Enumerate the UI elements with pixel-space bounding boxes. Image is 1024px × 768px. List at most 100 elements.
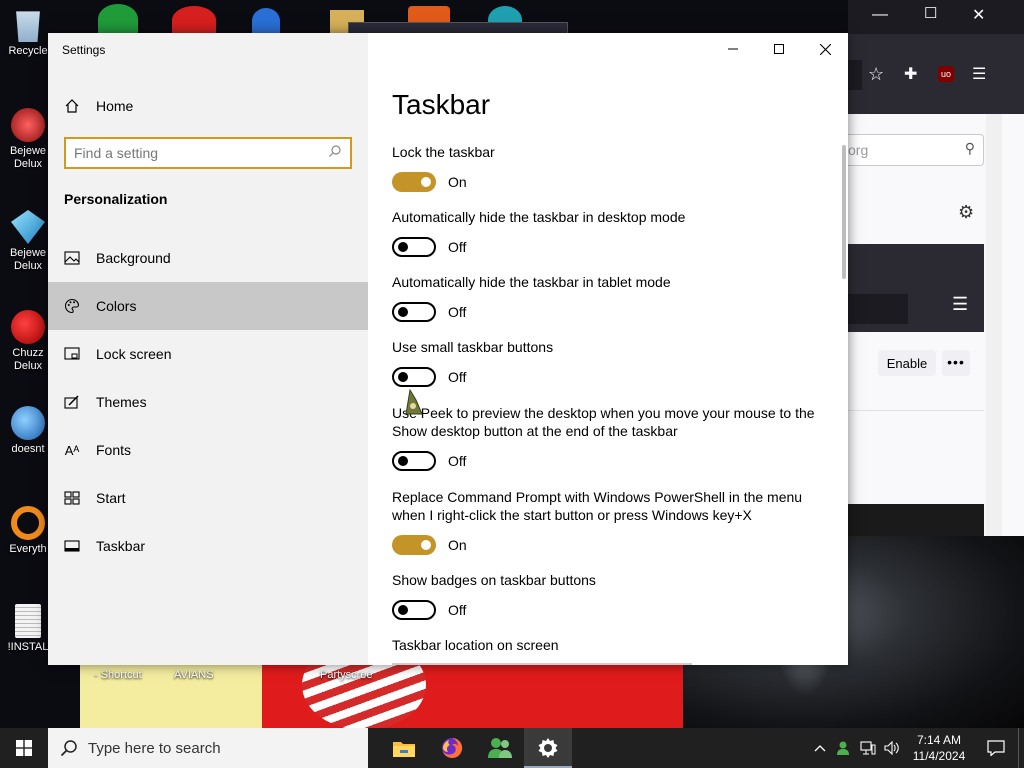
windows-logo-icon	[16, 740, 32, 756]
sidebar-item-taskbar[interactable]: Taskbar	[48, 522, 368, 570]
desktop-icon-label: !INSTAL	[7, 641, 49, 653]
gear-icon[interactable]: ⚙	[958, 202, 974, 223]
nav-home[interactable]: Home	[48, 89, 368, 123]
setting-toggle-row: On	[392, 535, 467, 555]
everything-search-icon	[11, 506, 45, 540]
powershell-toggle[interactable]	[392, 535, 436, 555]
start-button[interactable]	[0, 728, 48, 768]
sidebar-item-start[interactable]: Start	[48, 474, 368, 522]
desktop-icon-label: - Shortcut	[94, 669, 142, 681]
desktop-icon-install-text[interactable]: !INSTAL	[2, 604, 54, 654]
taskbar: Type here to search 7:14 AM 11/4/2024	[0, 728, 1024, 768]
image-icon	[48, 251, 96, 265]
extensions-icon[interactable]: ✚	[904, 64, 917, 84]
setting-toggle-row: Off	[392, 367, 466, 387]
sidebar-item-themes[interactable]: Themes	[48, 378, 368, 426]
sidebar-item-label: Themes	[96, 394, 147, 410]
autohide-tablet-toggle[interactable]	[392, 302, 436, 322]
search-icon	[328, 144, 342, 163]
taskbar-clock[interactable]: 7:14 AM 11/4/2024	[904, 732, 974, 764]
toggle-knob	[398, 307, 408, 317]
bookmark-star-icon[interactable]: ☆	[868, 64, 884, 85]
taskbar-search-placeholder: Type here to search	[88, 739, 221, 757]
sidebar-item-colors[interactable]: Colors	[48, 282, 368, 330]
divider	[848, 410, 984, 411]
toggle-knob	[398, 372, 408, 382]
enable-button[interactable]: Enable	[878, 350, 936, 376]
people-tray-icon[interactable]	[832, 728, 856, 768]
page-dark-input[interactable]	[848, 294, 908, 324]
setting-toggle-row: On	[392, 172, 467, 192]
desktop-icon-label: Bejewe Delux	[9, 247, 47, 272]
more-options-button[interactable]: •••	[942, 350, 970, 376]
small-buttons-toggle[interactable]	[392, 367, 436, 387]
hamburger-menu-icon[interactable]: ☰	[952, 294, 968, 315]
setting-label: Automatically hide the taskbar in tablet…	[392, 274, 671, 290]
search-text: org	[848, 142, 869, 158]
show-hidden-icons-chevron-icon[interactable]	[808, 728, 832, 768]
desktop-icon-recycle-bin[interactable]: Recycle	[2, 8, 54, 58]
sidebar-item-fonts[interactable]: Aᴬ Fonts	[48, 426, 368, 474]
autohide-desktop-toggle[interactable]	[392, 237, 436, 257]
desktop-icon-label: Chuzz Delux	[12, 347, 44, 372]
desktop-icon-bejeweled[interactable]: Bejewe Delux	[2, 210, 54, 273]
toggle-state: On	[448, 537, 467, 553]
action-center-button[interactable]	[974, 728, 1018, 768]
sidebar-item-background[interactable]: Background	[48, 234, 368, 282]
dropdown-edge[interactable]	[392, 663, 692, 665]
taskbar-app-people[interactable]	[476, 728, 524, 768]
desktop-icon-chuzzle[interactable]: Chuzz Delux	[2, 310, 54, 373]
text-file-icon	[15, 604, 41, 638]
maximize-button[interactable]	[756, 33, 802, 65]
desktop-icon-bejeweled2[interactable]: Bejewe Delux	[2, 108, 54, 171]
peek-toggle[interactable]	[392, 451, 436, 471]
taskbar-app-settings[interactable]	[524, 728, 572, 768]
app-icon	[11, 406, 45, 440]
toggle-knob	[398, 605, 408, 615]
content-scrollbar-thumb[interactable]	[842, 145, 846, 279]
sidebar-item-label: Start	[96, 490, 126, 506]
firefox-toolbar: ☆ ✚ uo ☰	[848, 34, 1024, 114]
desktop-icon-everything[interactable]: Everyth	[2, 506, 54, 556]
home-icon	[48, 98, 96, 114]
menu-icon[interactable]: ☰	[972, 64, 986, 84]
setting-toggle-row: Off	[392, 600, 466, 620]
firefox-scrollbar[interactable]	[986, 114, 1002, 536]
nav-list: Background Colors Lock screen Themes Aᴬ …	[48, 234, 368, 570]
themes-icon	[48, 395, 96, 409]
taskbar-search-box[interactable]: Type here to search	[48, 728, 368, 768]
find-setting-search-box[interactable]	[64, 137, 352, 169]
search-icon: ⚲	[964, 140, 975, 156]
show-desktop-button[interactable]	[1018, 728, 1024, 768]
toggle-state: Off	[448, 453, 467, 469]
minimize-button[interactable]: —	[872, 6, 888, 24]
lock-screen-icon	[48, 347, 96, 361]
close-button[interactable]	[802, 33, 848, 65]
maximize-button[interactable]: ☐	[924, 4, 937, 22]
lock-taskbar-toggle[interactable]	[392, 172, 436, 192]
minimize-button[interactable]	[710, 33, 756, 65]
section-heading: Taskbar location on screen	[392, 637, 559, 653]
page-search-input[interactable]: org ⚲	[848, 134, 984, 166]
ublock-icon[interactable]: uo	[938, 66, 954, 82]
mouse-cursor-icon	[402, 388, 426, 423]
desktop-icon-app[interactable]: doesnt	[2, 406, 54, 456]
game-icon[interactable]	[98, 4, 138, 34]
settings-sidebar: Settings Home Personalization Background	[48, 33, 368, 665]
volume-icon[interactable]	[880, 728, 904, 768]
app-icon[interactable]	[252, 8, 280, 34]
sidebar-item-label: Lock screen	[96, 346, 172, 362]
badges-toggle[interactable]	[392, 600, 436, 620]
game-icon[interactable]	[172, 6, 216, 34]
setting-toggle-row: Off	[392, 451, 466, 471]
find-setting-input[interactable]	[74, 145, 328, 161]
toggle-knob	[421, 177, 431, 187]
page-media-strip	[848, 504, 984, 536]
sidebar-item-lock-screen[interactable]: Lock screen	[48, 330, 368, 378]
url-bar-edge[interactable]	[848, 60, 862, 90]
network-icon[interactable]	[856, 728, 880, 768]
setting-label: Lock the taskbar	[392, 144, 495, 160]
taskbar-app-firefox[interactable]	[428, 728, 476, 768]
close-button[interactable]: ✕	[972, 5, 985, 25]
taskbar-app-file-explorer[interactable]	[380, 728, 428, 768]
